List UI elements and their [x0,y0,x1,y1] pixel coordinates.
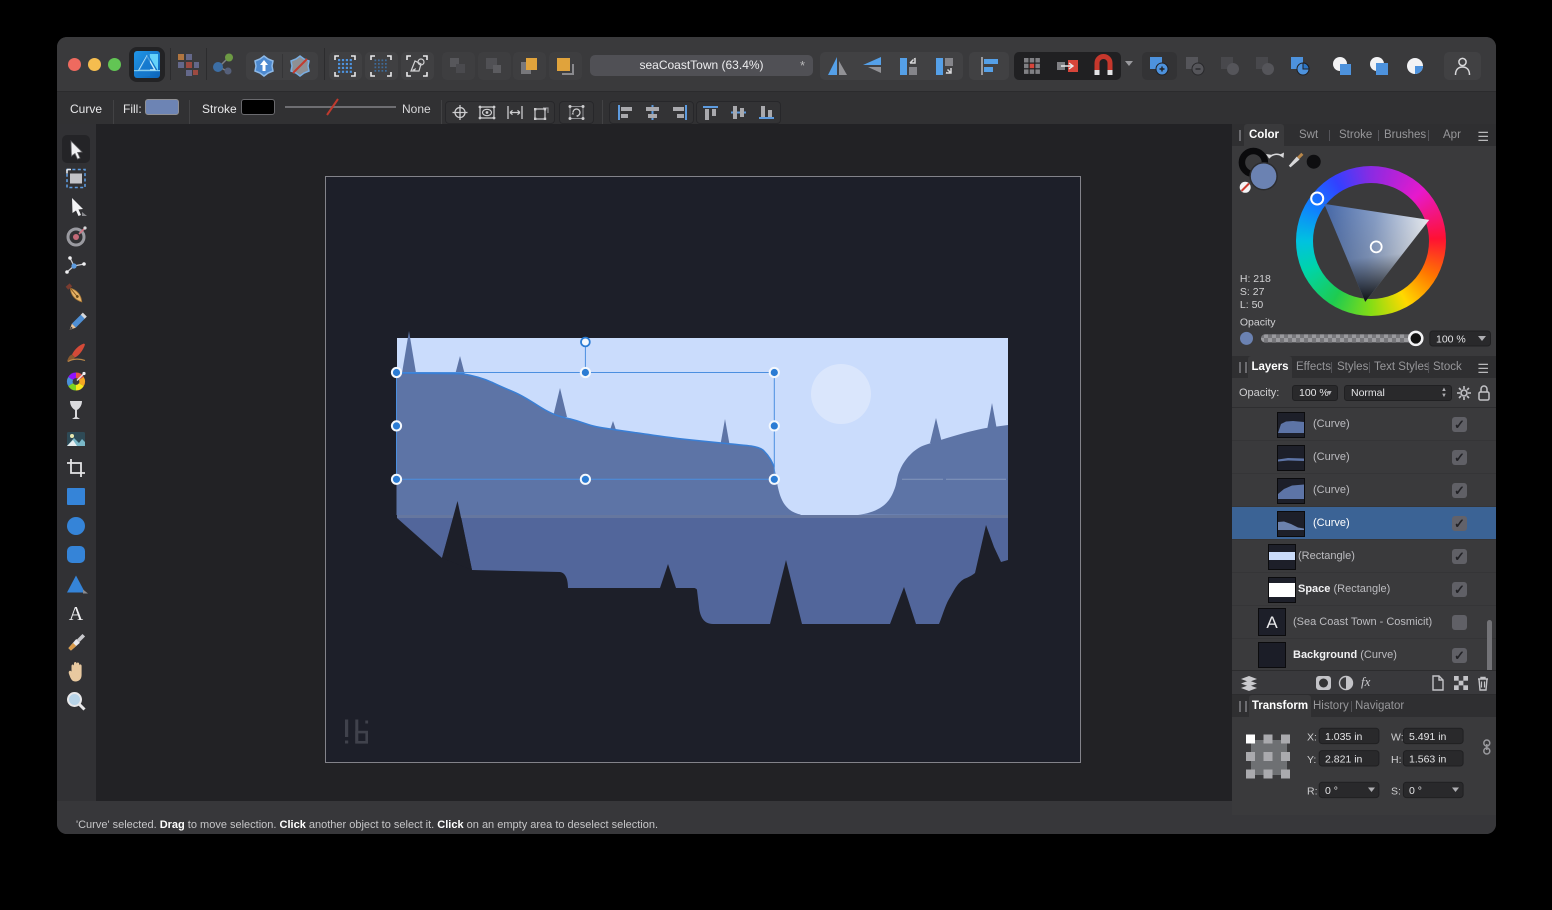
svg-text:A: A [69,603,84,625]
svg-text:Y:: Y: [1307,754,1316,766]
svg-text:1.563 in: 1.563 in [1409,753,1447,765]
svg-text:Opacity: Opacity [1240,317,1276,329]
svg-text:R:: R: [1307,786,1318,798]
svg-text:S:: S: [1391,786,1401,798]
svg-text:0 °: 0 ° [1409,785,1422,797]
svg-text:0 °: 0 ° [1325,785,1338,797]
svg-text:X:: X: [1307,732,1317,744]
svg-text:L: 50: L: 50 [1240,299,1264,311]
svg-text:5.491 in: 5.491 in [1409,731,1447,743]
svg-text:1.035 in: 1.035 in [1325,731,1363,743]
svg-text:100 %: 100 % [1436,334,1466,346]
svg-text:H: 218: H: 218 [1240,273,1271,285]
svg-text:S: 27: S: 27 [1240,286,1265,298]
svg-text:H:: H: [1391,754,1402,766]
svg-text:W:: W: [1391,732,1404,744]
svg-text:2.821 in: 2.821 in [1325,753,1363,765]
